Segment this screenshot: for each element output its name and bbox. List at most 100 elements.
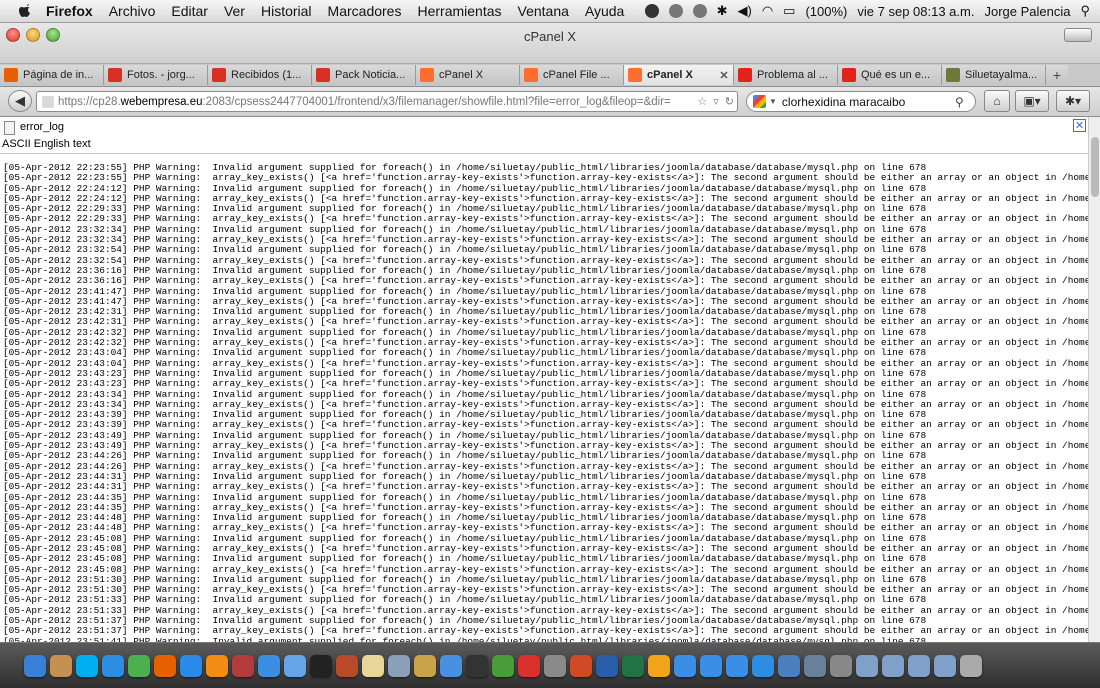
history-dropdown-icon[interactable]: ▿ xyxy=(713,95,719,108)
tab-8[interactable]: Problema al ... xyxy=(734,65,838,85)
home-button[interactable]: ⌂ xyxy=(984,90,1010,112)
dropbox-icon[interactable] xyxy=(700,654,722,677)
menu-herramientas[interactable]: Herramientas xyxy=(417,3,501,19)
dropbox-icon[interactable] xyxy=(674,654,696,677)
menu-ver[interactable]: Ver xyxy=(224,3,245,19)
menu-firefox[interactable]: Firefox xyxy=(46,3,93,19)
bookmarks-button[interactable]: ▣▾ xyxy=(1015,90,1049,112)
tab-5[interactable]: cPanel X xyxy=(416,65,520,85)
url-text[interactable]: https://cp28.webempresa.eu:2083/cpsess24… xyxy=(58,96,694,108)
toolbar-toggle-button[interactable] xyxy=(1064,28,1092,42)
menu-ventana[interactable]: Ventana xyxy=(518,3,569,19)
messages-icon[interactable] xyxy=(180,654,202,677)
file-name: error_log xyxy=(20,121,65,133)
word-icon[interactable] xyxy=(596,654,618,677)
trash-icon[interactable] xyxy=(960,654,982,677)
skype-icon[interactable] xyxy=(76,654,98,677)
webempresa-icon xyxy=(738,68,752,82)
chrome-icon[interactable] xyxy=(128,654,150,677)
window-titlebar: cPanel X xyxy=(0,23,1100,64)
installer-icon[interactable] xyxy=(804,654,826,677)
search-icon[interactable]: ⚲ xyxy=(955,95,969,109)
file-header: error_log ASCII English text ✕ xyxy=(0,117,1100,154)
new-tab-button[interactable]: + xyxy=(1046,65,1068,85)
bookmark-star-icon[interactable]: ☆ xyxy=(697,95,707,108)
vlc-icon[interactable] xyxy=(206,654,228,677)
back-button[interactable]: ◀ xyxy=(8,90,32,112)
google-icon[interactable] xyxy=(753,95,766,108)
search-input[interactable]: clorhexidina maracaibo xyxy=(782,95,955,109)
menu-editar[interactable]: Editar xyxy=(171,3,208,19)
activity-monitor-icon[interactable] xyxy=(492,654,514,677)
time-machine-icon[interactable] xyxy=(692,4,707,18)
webempresa-icon xyxy=(842,68,856,82)
itunes-icon[interactable] xyxy=(284,654,306,677)
volume-icon[interactable]: ◀) xyxy=(738,3,752,19)
download-icon[interactable] xyxy=(778,654,800,677)
tab-4[interactable]: Pack Noticia... xyxy=(312,65,416,85)
tab-9[interactable]: Qué es un e... xyxy=(838,65,942,85)
reload-icon[interactable]: ↻ xyxy=(725,95,734,108)
addon-button[interactable]: ✱▾ xyxy=(1056,90,1090,112)
wifi-icon[interactable]: ◠ xyxy=(762,3,773,19)
iphone-icon[interactable] xyxy=(466,654,488,677)
scroll-thumb[interactable] xyxy=(1091,137,1099,197)
cpanel-icon xyxy=(628,68,642,82)
messenger-icon[interactable] xyxy=(726,654,748,677)
cpanel-icon xyxy=(524,68,538,82)
photo-icon[interactable] xyxy=(336,654,358,677)
menu-ayuda[interactable]: Ayuda xyxy=(585,3,624,19)
close-tab-icon[interactable]: ✕ xyxy=(718,69,730,82)
status-icon[interactable] xyxy=(644,4,659,18)
blackberry-icon[interactable] xyxy=(310,654,332,677)
crossover-icon[interactable] xyxy=(414,654,436,677)
gmail-icon xyxy=(108,68,122,82)
engine-dropdown-icon[interactable]: ▼ xyxy=(769,97,777,106)
menu-historial[interactable]: Historial xyxy=(261,3,312,19)
folder-icon[interactable] xyxy=(856,654,878,677)
browser-icon[interactable] xyxy=(440,654,462,677)
log-viewer[interactable]: [05-Apr-2012 22:23:55] PHP Warning: Inva… xyxy=(0,154,1088,642)
preview-icon[interactable] xyxy=(50,654,72,677)
excel-icon[interactable] xyxy=(622,654,644,677)
url-bar[interactable]: https://cp28.webempresa.eu:2083/cpsess24… xyxy=(36,91,738,112)
tab-label: Problema al ... xyxy=(757,69,828,81)
acrobat-icon[interactable] xyxy=(518,654,540,677)
vertical-scrollbar[interactable] xyxy=(1088,117,1100,642)
apple-icon[interactable] xyxy=(18,3,34,19)
menu-marcadores[interactable]: Marcadores xyxy=(328,3,402,19)
folder-icon[interactable] xyxy=(908,654,930,677)
image-icon[interactable] xyxy=(388,654,410,677)
finder-icon[interactable] xyxy=(24,654,46,677)
site-identity-icon[interactable] xyxy=(42,95,54,108)
battery-icon[interactable]: ▭ xyxy=(783,3,795,19)
battery-percent[interactable]: (100%) xyxy=(805,4,847,19)
close-icon[interactable]: ✕ xyxy=(1073,119,1086,132)
bluetooth-icon[interactable]: ✱ xyxy=(717,3,728,19)
tab-7[interactable]: cPanel X ✕ xyxy=(624,65,734,85)
menu-archivo[interactable]: Archivo xyxy=(109,3,156,19)
search-box[interactable]: ▼ clorhexidina maracaibo ⚲ xyxy=(746,91,976,112)
tab-6[interactable]: cPanel File ... xyxy=(520,65,624,85)
firefox-icon[interactable] xyxy=(154,654,176,677)
folder-icon[interactable] xyxy=(882,654,904,677)
safari-icon[interactable] xyxy=(102,654,124,677)
tab-2[interactable]: Fotos. - jorg... xyxy=(104,65,208,85)
network-icon[interactable] xyxy=(752,654,774,677)
tab-label: Fotos. - jorg... xyxy=(127,69,195,81)
powerpoint-icon[interactable] xyxy=(570,654,592,677)
notes-icon[interactable] xyxy=(362,654,384,677)
folder-icon[interactable] xyxy=(934,654,956,677)
tab-3[interactable]: Recibidos (1... xyxy=(208,65,312,85)
iphoto-icon[interactable] xyxy=(258,654,280,677)
spotlight-icon[interactable]: ⚲ xyxy=(1080,3,1090,19)
photo-booth-icon[interactable] xyxy=(232,654,254,677)
clock[interactable]: vie 7 sep 08:13 a.m. xyxy=(857,4,974,19)
user-name[interactable]: Jorge Palencia xyxy=(984,4,1070,19)
camera-icon[interactable] xyxy=(830,654,852,677)
tab-10[interactable]: Siluetayalma... xyxy=(942,65,1046,85)
status-icon[interactable] xyxy=(668,4,683,18)
outlook-icon[interactable] xyxy=(648,654,670,677)
preferences-icon[interactable] xyxy=(544,654,566,677)
tab-1[interactable]: Página de in... xyxy=(0,65,104,85)
